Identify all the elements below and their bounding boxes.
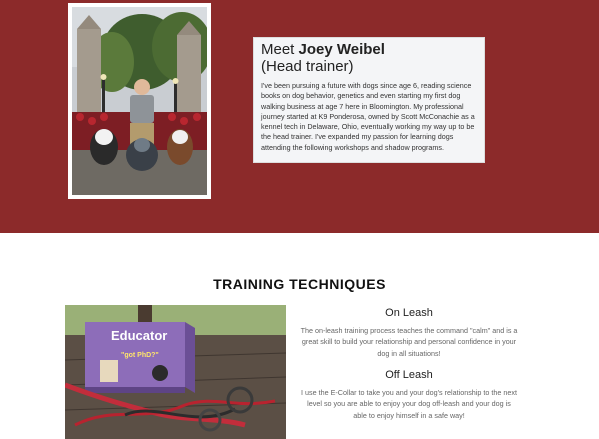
technique-description: I use the E-Collar to take you and your … [301, 388, 517, 420]
hero-section: Meet Joey Weibel (Head trainer) I've been… [0, 0, 599, 233]
technique-off-leash: Off Leash I use the E-Collar to take you… [300, 369, 518, 421]
trainer-bio-card: Meet Joey Weibel (Head trainer) I've been… [253, 37, 485, 163]
training-techniques-heading: TRAINING TECHNIQUES [213, 275, 386, 292]
technique-on-leash: On Leash The on-leash training process t… [300, 307, 518, 359]
trainer-name: Joey Weibel [298, 41, 385, 58]
technique-description: The on-leash training process teaches th… [300, 326, 518, 358]
training-photo: Educator "got PhD?" [65, 305, 286, 439]
ecollar-product-image: Educator "got PhD?" [65, 305, 286, 439]
trainer-photo-frame [68, 3, 211, 199]
trainer-heading: Meet Joey Weibel (Head trainer) [261, 41, 477, 75]
trainer-bio-text: I've been pursuing a future with dogs si… [261, 81, 475, 152]
technique-title: Off Leash [385, 369, 433, 381]
trainer-photo [72, 7, 207, 195]
product-tagline: "got PhD?" [121, 352, 159, 359]
product-brand: Educator [111, 328, 167, 343]
title-prefix: Meet [261, 41, 299, 58]
trainer-role: (Head trainer) [261, 58, 354, 75]
technique-title: On Leash [385, 307, 433, 319]
